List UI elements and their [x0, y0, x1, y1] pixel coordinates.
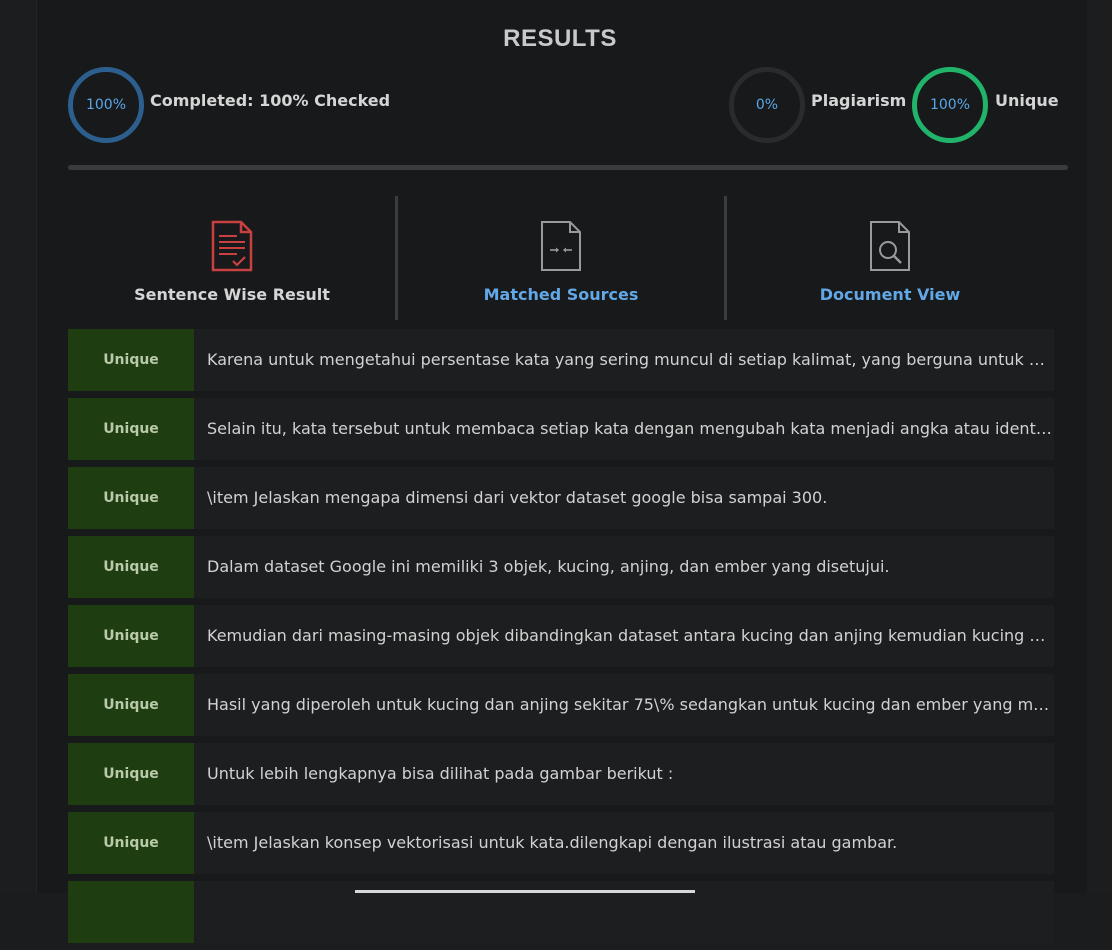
result-row[interactable]: Unique Karena untuk mengetahui persentas… — [68, 329, 1054, 391]
result-row[interactable]: Unique Untuk lebih lengkapnya bisa dilih… — [68, 743, 1054, 805]
result-row[interactable]: Unique Hasil yang diperoleh untuk kucing… — [68, 674, 1054, 736]
result-sentence: \item Jelaskan mengapa dimensi dari vekt… — [207, 488, 828, 507]
result-sentence: Selain itu, kata tersebut untuk membaca … — [207, 419, 1052, 438]
result-sentence: Hasil yang diperoleh untuk kucing dan an… — [207, 695, 1052, 714]
sentence-results-list: Unique Karena untuk mengetahui persentas… — [68, 329, 1054, 950]
result-row[interactable]: Unique \item Jelaskan mengapa dimensi da… — [68, 467, 1054, 529]
completed-percent: 100% — [85, 97, 127, 113]
page-title: RESULTS — [503, 25, 617, 52]
document-search-icon — [870, 221, 910, 271]
result-sentence: Kemudian dari masing-masing objek diband… — [207, 626, 1052, 645]
unique-status-badge: Unique — [68, 467, 194, 529]
unique-status-badge: Unique — [68, 398, 194, 460]
plagiarism-percent: 0% — [755, 97, 779, 113]
unique-status-badge — [68, 881, 194, 943]
app-background: RESULTS 100% Completed: 100% Checked 0% … — [0, 0, 1112, 943]
result-sentence: \item Jelaskan konsep vektorisasi untuk … — [207, 833, 898, 852]
tab-document-view[interactable]: Document View — [728, 196, 1052, 320]
tab-sentence-wise-result-label: Sentence Wise Result — [134, 285, 330, 304]
tab-separator — [724, 196, 727, 320]
result-row[interactable]: Unique Selain itu, kata tersebut untuk m… — [68, 398, 1054, 460]
unique-status-badge: Unique — [68, 743, 194, 805]
unique-status-badge: Unique — [68, 329, 194, 391]
completed-progress-ring: 100% — [68, 67, 144, 143]
result-sentence: Karena untuk mengetahui persentase kata … — [207, 350, 1052, 369]
result-sentence: Dalam dataset Google ini memiliki 3 obje… — [207, 557, 890, 576]
tab-sentence-wise-result[interactable]: Sentence Wise Result — [68, 196, 396, 320]
plagiarism-progress-ring: 0% — [729, 67, 805, 143]
completed-label: Completed: 100% Checked — [150, 91, 391, 110]
tab-matched-sources-label: Matched Sources — [483, 285, 639, 304]
unique-label: Unique — [995, 91, 1059, 110]
tab-document-view-label: Document View — [819, 285, 961, 304]
unique-status-badge: Unique — [68, 536, 194, 598]
plagiarism-label: Plagiarism — [811, 91, 907, 110]
result-row[interactable]: Unique Dalam dataset Google ini memiliki… — [68, 536, 1054, 598]
unique-status-badge: Unique — [68, 674, 194, 736]
result-row[interactable]: Unique \item Jelaskan konsep vektorisasi… — [68, 812, 1054, 874]
unique-status-badge: Unique — [68, 812, 194, 874]
unique-percent: 100% — [929, 97, 971, 113]
result-sentence: Untuk lebih lengkapnya bisa dilihat pada… — [207, 764, 674, 783]
unique-progress-ring: 100% — [912, 67, 988, 143]
document-check-icon — [211, 220, 253, 272]
unique-status-badge: Unique — [68, 605, 194, 667]
tab-matched-sources[interactable]: Matched Sources — [398, 196, 724, 320]
document-compare-icon — [541, 221, 581, 271]
result-row[interactable]: Unique Kemudian dari masing-masing objek… — [68, 605, 1054, 667]
progress-divider — [68, 165, 1068, 170]
